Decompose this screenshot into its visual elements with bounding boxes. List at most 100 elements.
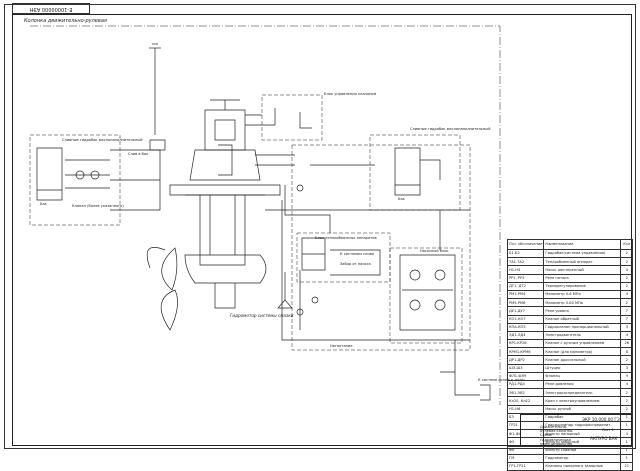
spec-cell: 21	[620, 461, 633, 471]
spec-row: ТА1-ТА2 Теплообменный аппарат 2	[506, 257, 633, 267]
spec-cell: 4	[620, 330, 633, 341]
spec-cell: Терморегулирование	[543, 281, 622, 291]
spec-cell: Гидробак(система управления)	[543, 248, 622, 259]
label-valve-cooling: Клапан (более указанного)	[72, 204, 124, 208]
label-to-tank: Слив в бак	[128, 152, 149, 156]
spec-cell: Насос шестеренный	[543, 265, 622, 275]
spec-header-cell: Наименование	[543, 239, 622, 250]
spec-cell: КР1-КР26	[506, 339, 545, 349]
spec-cell: ДТ1, ДТ2	[506, 281, 545, 291]
label-pump-block: Насосный блок	[420, 249, 449, 253]
spec-cell: ТА1-ТА2	[506, 257, 545, 267]
label-fill: Нагнетание	[330, 344, 353, 348]
spec-row: ГМ Гидромотор 1	[506, 453, 633, 463]
spec-cell: 2	[620, 281, 633, 291]
spec-row: Кл20, Кл22 Кран с электроуправлением 2	[506, 396, 633, 406]
spec-row: ГР1-ГР21 Клапаны напорного запорные 21	[506, 461, 633, 471]
spec-cell: ШЗ-Ш3	[506, 363, 545, 373]
label-tank-left: Бак	[40, 202, 47, 206]
spec-cell: Манометр 0-6 МПа	[543, 289, 622, 300]
label-block-control-valves: Блок управления клапаном	[324, 92, 377, 96]
spec-cell: Клапаны напорного запорные	[543, 461, 622, 471]
spec-cell: РМ5-РМ6	[506, 298, 545, 308]
spec-cell: КО1-КО7	[506, 314, 545, 324]
spec-cell: 4	[620, 379, 633, 390]
spec-cell: Штуцер	[543, 363, 622, 373]
spec-row: ШЗ-Ш3 Штуцер 3	[506, 363, 633, 373]
spec-cell: 2	[620, 257, 633, 267]
label-tank-right: Бак	[398, 197, 405, 201]
spec-cell: 4	[620, 265, 633, 275]
spec-row: Б1-Б2 Гидробак(система управления) 2	[506, 248, 633, 259]
spec-cell: 9	[620, 371, 633, 382]
scheme-title: Колонка движительно-рулевая	[24, 18, 107, 24]
drawing-sheet: Е-10000000 АЭН Колонка движительно-рулев…	[0, 0, 640, 471]
spec-cell: Насос ручной	[543, 404, 622, 414]
spec-cell: Реле давления	[543, 379, 622, 390]
spec-header-cell: Поз. обозначение	[506, 239, 545, 250]
spec-cell: Клапан дроссельный	[543, 355, 622, 365]
spec-cell: Реле потока	[543, 273, 622, 283]
spec-cell: Н1-Н4	[506, 265, 545, 275]
title-block-org: АКПУРО ВАК	[590, 436, 618, 441]
spec-cell: ДР1-ДР2	[506, 355, 545, 365]
spec-row: ДР1-ДР2 Клапан дроссельный 2	[506, 355, 633, 365]
spec-cell: 2	[620, 388, 633, 398]
spec-cell: Кл20, Кл22	[506, 396, 545, 406]
spec-row: Н1-Н4 Насос шестеренный 4	[506, 265, 633, 275]
label-to-drain: К системам слива	[340, 252, 374, 256]
spec-cell: 4	[620, 289, 633, 300]
spec-cell: Фланец	[543, 371, 622, 382]
spec-cell: 7	[620, 306, 633, 316]
label-from-pump: Забор от насоса	[340, 262, 371, 266]
spec-cell: Электрораспределитель	[543, 388, 622, 398]
spec-row: ЭВ1-ЭВ2 Электрораспределитель 2	[506, 388, 633, 398]
spec-cell: Б1-Б2	[506, 248, 545, 259]
spec-row: КРМ1-КРМ6 Клапан (для манометра) 6	[506, 347, 633, 357]
spec-cell: 7	[620, 314, 633, 324]
spec-row: КПА-КП3 Гидроклапан пропорциональный 3	[506, 322, 633, 332]
spec-row: ФЛ1-ФЛ9 Фланец 9	[506, 371, 633, 382]
spec-row: РД1-РД4 Реле давления 4	[506, 379, 633, 390]
label-hydromotor: Гидромотор системы смазки	[230, 313, 294, 318]
title-block-name: Движительно-рулевая колонка. Схема гидра…	[540, 425, 574, 446]
spec-cell: ЭВ1-ЭВ2	[506, 388, 545, 398]
spec-cell: 26	[620, 339, 633, 349]
spec-row: КР1-КР26 Клапан с ручным управлением 26	[506, 339, 633, 349]
spec-row: ЭД1-ЭД4 Электродвигатель 4	[506, 330, 633, 341]
title-block-code: ЭКР 10.000.00 ГЗ	[582, 417, 620, 422]
spec-header-row: Поз. обозначение Наименование Кол	[506, 239, 633, 250]
spec-cell: РМ1-РМ4	[506, 289, 545, 300]
spec-cell: 6	[620, 347, 633, 357]
spec-cell: РД1-РД4	[506, 379, 545, 390]
spec-cell: 2	[620, 355, 633, 365]
spec-cell: КПА-КП3	[506, 322, 545, 332]
spec-row: ДУ1-ДУ7 Реле уровня 7	[506, 306, 633, 316]
spec-cell: ДУ1-ДУ7	[506, 306, 545, 316]
spec-cell: ГМ	[506, 453, 545, 463]
spec-cell: 1	[620, 453, 633, 463]
label-block-heat-exchangers: Блок теплообменных аппаратов	[315, 236, 377, 240]
spec-cell: 2	[620, 404, 633, 414]
spec-cell: Гидроклапан пропорциональный	[543, 322, 622, 332]
label-oil-right: Сливные гидробак маслонаполнительный	[410, 127, 491, 131]
spec-cell: ФЛ1-ФЛ9	[506, 371, 545, 382]
spec-cell: Клапан (для манометра)	[543, 347, 622, 357]
spec-cell: ГР1-ГР21	[506, 461, 545, 471]
spec-cell: РР1, РР2	[506, 273, 545, 283]
spec-cell: КРМ1-КРМ6	[506, 347, 545, 357]
spec-row: РР1, РР2 Реле потока 2	[506, 273, 633, 283]
title-block-sheet: Лист 1	[602, 428, 614, 432]
spec-cell: Теплообменный аппарат	[543, 257, 622, 267]
spec-cell: Реле уровня	[543, 306, 622, 316]
spec-row: Н1-Н6 Насос ручной 2	[506, 404, 633, 414]
spec-cell: Н1-Н6	[506, 404, 545, 414]
spec-cell: 3	[620, 363, 633, 373]
spec-cell: 3	[620, 322, 633, 332]
spec-cell: 2	[620, 248, 633, 259]
spec-cell: Клапан обратный	[543, 314, 622, 324]
spec-cell: Гидромотор	[543, 453, 622, 463]
spec-cell: Кран с электроуправлением	[543, 396, 622, 406]
spec-cell: Манометр 0-60 МПа	[543, 298, 622, 308]
spec-cell: Электродвигатель	[543, 330, 622, 341]
